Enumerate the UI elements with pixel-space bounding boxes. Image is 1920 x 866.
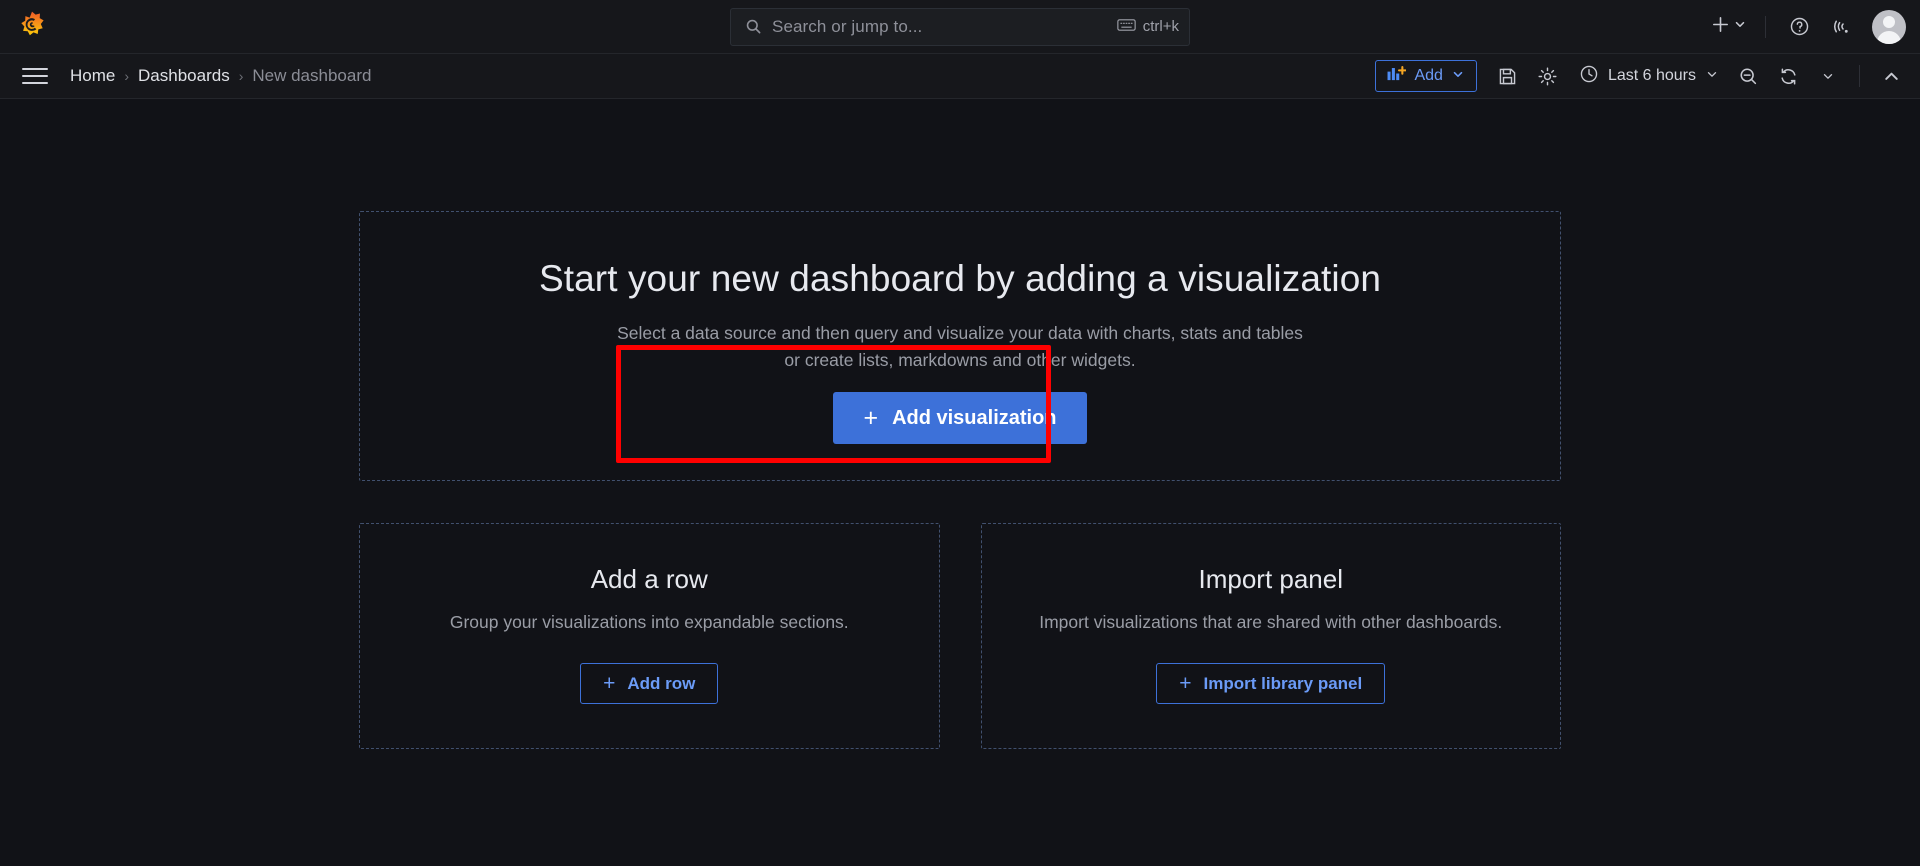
global-search[interactable]: Search or jump to... ctrl+k bbox=[730, 8, 1190, 46]
hamburger-menu-icon[interactable] bbox=[18, 59, 52, 93]
top-bar-actions bbox=[1706, 8, 1906, 46]
breadcrumb-item-home[interactable]: Home bbox=[70, 66, 115, 86]
search-icon bbox=[745, 18, 762, 35]
top-navigation-bar: Search or jump to... ctrl+k bbox=[0, 0, 1920, 54]
hero-description: Select a data source and then query and … bbox=[380, 320, 1540, 373]
import-panel-card-description: Import visualizations that are shared wi… bbox=[1002, 612, 1541, 633]
user-avatar[interactable] bbox=[1872, 10, 1906, 44]
search-shortcut: ctrl+k bbox=[1117, 18, 1179, 36]
plus-icon bbox=[1710, 14, 1731, 40]
page-title: Start your new dashboard by adding a vis… bbox=[380, 258, 1540, 300]
hero-cta-wrapper: + Add visualization bbox=[380, 392, 1540, 444]
time-range-picker[interactable]: Last 6 hours bbox=[1569, 60, 1727, 92]
search-input[interactable]: Search or jump to... ctrl+k bbox=[730, 8, 1190, 46]
import-panel-cta-wrapper: + Import library panel bbox=[1002, 663, 1541, 704]
add-row-button[interactable]: + Add row bbox=[580, 663, 718, 704]
chevron-down-icon bbox=[1451, 67, 1465, 86]
keyboard-icon bbox=[1117, 18, 1136, 36]
secondary-actions: Add a row Group your visualizations into… bbox=[359, 523, 1561, 749]
hero-description-line1: Select a data source and then query and … bbox=[617, 323, 1303, 343]
add-row-card-description: Group your visualizations into expandabl… bbox=[380, 612, 919, 633]
empty-dashboard-hero: Start your new dashboard by adding a vis… bbox=[359, 211, 1561, 481]
plus-icon: + bbox=[603, 673, 615, 694]
save-disk-icon[interactable] bbox=[1489, 57, 1527, 95]
plus-icon: + bbox=[1179, 673, 1191, 694]
time-range-label: Last 6 hours bbox=[1608, 67, 1696, 85]
chevron-down-icon bbox=[1705, 67, 1719, 86]
add-row-card-title: Add a row bbox=[380, 564, 919, 595]
add-row-card: Add a row Group your visualizations into… bbox=[359, 523, 940, 749]
import-library-panel-label: Import library panel bbox=[1204, 674, 1363, 694]
clock-icon bbox=[1579, 64, 1599, 89]
help-circle-icon[interactable] bbox=[1780, 8, 1818, 46]
create-new-button[interactable] bbox=[1706, 8, 1751, 46]
import-library-panel-button[interactable]: + Import library panel bbox=[1156, 663, 1385, 704]
toolbar-divider bbox=[1765, 16, 1766, 38]
refresh-interval-chevron-icon[interactable] bbox=[1809, 57, 1847, 95]
breadcrumb-item-current: New dashboard bbox=[252, 66, 371, 86]
import-panel-card-title: Import panel bbox=[1002, 564, 1541, 595]
add-panel-icon bbox=[1387, 65, 1406, 87]
add-panel-button[interactable]: Add bbox=[1375, 60, 1476, 92]
chevron-down-icon bbox=[1733, 17, 1747, 36]
hero-description-line2: or create lists, markdowns and other wid… bbox=[784, 350, 1135, 370]
add-row-cta-wrapper: + Add row bbox=[380, 663, 919, 704]
import-panel-card: Import panel Import visualizations that … bbox=[981, 523, 1562, 749]
dashboard-canvas: Start your new dashboard by adding a vis… bbox=[0, 99, 1920, 866]
breadcrumb-separator: › bbox=[124, 68, 129, 84]
gear-icon[interactable] bbox=[1529, 57, 1567, 95]
zoom-out-icon[interactable] bbox=[1729, 57, 1767, 95]
toolbar-divider bbox=[1859, 65, 1860, 87]
grafana-logo-icon[interactable] bbox=[0, 0, 64, 54]
breadcrumb: Home › Dashboards › New dashboard bbox=[70, 66, 371, 86]
rss-feed-icon[interactable] bbox=[1822, 8, 1860, 46]
add-row-label: Add row bbox=[627, 674, 695, 694]
dashboard-toolbar-actions: Add bbox=[1375, 57, 1910, 95]
breadcrumb-separator: › bbox=[239, 68, 244, 84]
add-panel-label: Add bbox=[1414, 67, 1442, 85]
dashboard-toolbar: Home › Dashboards › New dashboard Add bbox=[0, 54, 1920, 99]
plus-icon: + bbox=[863, 406, 878, 431]
refresh-icon[interactable] bbox=[1769, 57, 1807, 95]
chevron-up-icon[interactable] bbox=[1872, 57, 1910, 95]
add-visualization-button[interactable]: + Add visualization bbox=[833, 392, 1086, 444]
breadcrumb-item-dashboards[interactable]: Dashboards bbox=[138, 66, 230, 86]
search-placeholder: Search or jump to... bbox=[772, 17, 1107, 37]
add-visualization-label: Add visualization bbox=[892, 407, 1056, 430]
search-shortcut-label: ctrl+k bbox=[1143, 18, 1179, 35]
